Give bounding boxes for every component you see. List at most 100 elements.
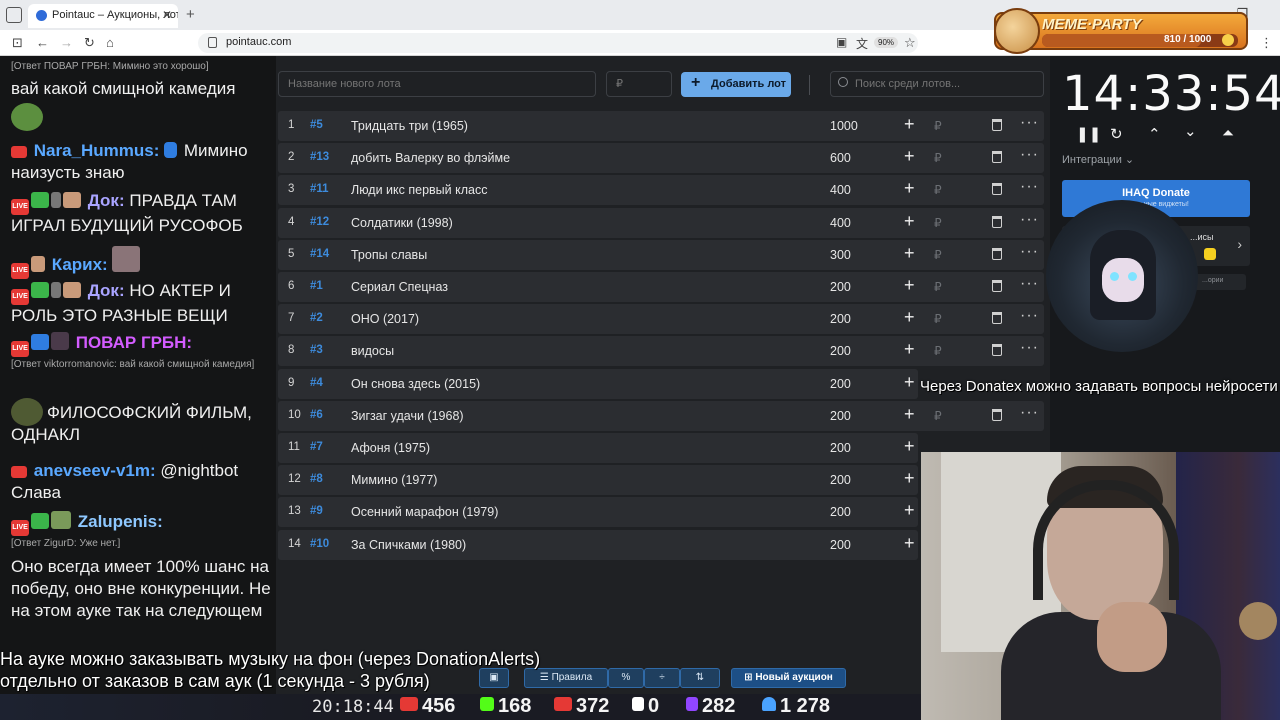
- back-icon[interactable]: ←: [36, 35, 49, 50]
- more-icon[interactable]: ···: [1020, 307, 1039, 325]
- chat-message-text: Оно всегда имеет 100% шанс на победу, он…: [11, 557, 271, 620]
- more-icon[interactable]: ···: [1020, 404, 1039, 422]
- window-menu-icon[interactable]: [6, 7, 22, 23]
- ruble-icon[interactable]: ₽: [934, 344, 942, 358]
- new-lot-amount-input[interactable]: [606, 71, 672, 97]
- lot-position: 7: [288, 312, 295, 325]
- more-icon[interactable]: ···: [1020, 114, 1039, 132]
- trash-icon[interactable]: [992, 119, 1002, 131]
- trash-icon[interactable]: [992, 247, 1002, 260]
- lot-name: Тропы славы: [351, 247, 428, 262]
- add-lot-button[interactable]: + Добавить лот: [681, 72, 791, 97]
- more-icon[interactable]: ···: [1020, 211, 1039, 229]
- sort-button[interactable]: ⇅: [680, 668, 720, 688]
- lot-id: #8: [310, 473, 323, 486]
- trash-icon[interactable]: [992, 183, 1002, 196]
- sidebar-toggle-icon[interactable]: ⊡: [12, 35, 23, 51]
- browser-menu-icon[interactable]: ⋮: [1260, 35, 1273, 51]
- lot-row[interactable]: 14 #10 За Спичками (1980) 200 +: [278, 529, 918, 560]
- trash-icon[interactable]: [992, 215, 1002, 228]
- new-auction-button[interactable]: ⊞ Новый аукцион: [731, 668, 846, 688]
- save-icon-button[interactable]: ▣: [479, 668, 509, 688]
- ruble-icon[interactable]: ₽: [934, 248, 942, 262]
- address-bar[interactable]: pointauc.com: [198, 33, 918, 53]
- lot-row[interactable]: 4 #12 Солдатики (1998) 400 + ₽ ···: [278, 207, 1044, 238]
- add-amount-icon[interactable]: +: [904, 436, 915, 457]
- lot-search-input[interactable]: [830, 71, 1044, 97]
- lot-name: Афоня (1975): [351, 441, 430, 455]
- ruble-icon[interactable]: ₽: [934, 151, 942, 165]
- trash-icon[interactable]: [992, 408, 1002, 421]
- lot-row[interactable]: 9 #4 Он снова здесь (2015) 200 +: [278, 368, 918, 399]
- add-amount-icon[interactable]: +: [904, 211, 915, 232]
- add-amount-icon[interactable]: +: [904, 372, 915, 393]
- pause-icon[interactable]: ❚❚: [1076, 125, 1101, 143]
- lot-row[interactable]: 8 #3 видосы 200 + ₽ ···: [278, 336, 1044, 367]
- new-tab-icon[interactable]: +: [186, 6, 195, 23]
- lot-row[interactable]: 13 #9 Осенний марафон (1979) 200 +: [278, 497, 918, 528]
- ruble-icon[interactable]: ₽: [934, 119, 942, 133]
- trash-icon[interactable]: [992, 312, 1002, 325]
- more-icon[interactable]: ···: [1020, 339, 1039, 357]
- add-amount-icon[interactable]: +: [904, 339, 915, 360]
- vk-live-icon: [554, 697, 572, 711]
- rules-button[interactable]: ☰ Правила: [524, 668, 608, 688]
- lot-position: 11: [288, 441, 300, 453]
- double-chevron-up-icon[interactable]: ⏶: [1222, 125, 1234, 142]
- add-amount-icon[interactable]: +: [904, 404, 915, 425]
- more-icon[interactable]: ···: [1020, 178, 1039, 196]
- add-amount-icon[interactable]: +: [904, 307, 915, 328]
- close-tab-icon[interactable]: ✕: [162, 8, 172, 22]
- lot-row[interactable]: 1 #5 Тридцать три (1965) 1000 + ₽ ···: [278, 111, 1044, 141]
- lot-row[interactable]: 10 #6 Зигзаг удачи (1968) 200 + ₽ ···: [278, 400, 1044, 431]
- add-amount-icon[interactable]: +: [904, 146, 915, 167]
- trash-icon[interactable]: [992, 280, 1002, 292]
- add-amount-icon[interactable]: +: [904, 275, 915, 296]
- lot-position: 13: [288, 505, 301, 518]
- add-amount-icon[interactable]: +: [904, 500, 915, 521]
- lot-position: 4: [288, 215, 295, 228]
- split-button[interactable]: ÷: [644, 668, 680, 688]
- ruble-icon[interactable]: ₽: [934, 216, 942, 230]
- ruble-icon[interactable]: ₽: [934, 312, 942, 326]
- reload-icon[interactable]: ↻: [84, 35, 95, 51]
- restart-icon[interactable]: ↻: [1110, 125, 1123, 143]
- lot-name: Зигзаг удачи (1968): [351, 408, 464, 423]
- lot-row[interactable]: 12 #8 Мимино (1977) 200 +: [278, 465, 918, 496]
- chat-message: LIVE Док: НО АКТЕР И РОЛЬ ЭТО РАЗНЫЕ ВЕЩ…: [11, 280, 273, 327]
- ruble-icon[interactable]: ₽: [934, 409, 942, 423]
- lot-id: #3: [310, 344, 323, 357]
- lot-row[interactable]: 3 #11 Люди икс первый класс 400 + ₽ ···: [278, 175, 1044, 206]
- ruble-icon[interactable]: ₽: [934, 183, 942, 197]
- add-amount-icon[interactable]: +: [904, 114, 915, 135]
- percent-button[interactable]: %: [608, 668, 644, 688]
- zoom-badge[interactable]: 90%: [874, 37, 899, 48]
- integrations-dropdown[interactable]: Интеграции ⌄: [1062, 153, 1134, 166]
- ruble-icon[interactable]: ₽: [934, 280, 942, 294]
- lot-row[interactable]: 5 #14 Тропы славы 300 + ₽ ···: [278, 239, 1044, 270]
- more-icon[interactable]: ···: [1020, 243, 1039, 261]
- translate-icon[interactable]: 文: [856, 35, 868, 52]
- new-auction-label: Новый аукцион: [755, 672, 833, 683]
- chevron-up-icon[interactable]: ⌃: [1148, 125, 1161, 143]
- add-amount-icon[interactable]: +: [904, 468, 915, 489]
- add-amount-icon[interactable]: +: [904, 178, 915, 199]
- trash-icon[interactable]: [992, 344, 1002, 357]
- add-amount-icon[interactable]: +: [904, 533, 915, 554]
- home-icon[interactable]: ⌂: [106, 35, 114, 50]
- lot-row[interactable]: 2 #13 добить Валерку во флэйме 600 + ₽ ···: [278, 143, 1044, 174]
- lot-row[interactable]: 7 #2 ОНО (2017) 200 + ₽ ···: [278, 304, 1044, 335]
- new-lot-name-input[interactable]: [278, 71, 596, 97]
- browser-tab[interactable]: Pointauc – Аукционы, лотереи ✕: [28, 4, 178, 28]
- lot-row[interactable]: 11 #7 Афоня (1975) 200 +: [278, 433, 918, 463]
- add-amount-icon[interactable]: +: [904, 243, 915, 264]
- more-icon[interactable]: ···: [1020, 275, 1039, 293]
- more-icon[interactable]: ···: [1020, 146, 1039, 164]
- bookmark-star-icon[interactable]: ☆: [904, 35, 916, 51]
- forward-icon[interactable]: →: [60, 35, 73, 50]
- check-badge-icon: [31, 192, 49, 208]
- trash-icon[interactable]: [992, 151, 1002, 164]
- chevron-down-icon[interactable]: ⌄: [1184, 122, 1197, 140]
- reader-icon[interactable]: ▣: [836, 35, 847, 49]
- lot-row[interactable]: 6 #1 Сериал Спецназ 200 + ₽ ···: [278, 272, 1044, 302]
